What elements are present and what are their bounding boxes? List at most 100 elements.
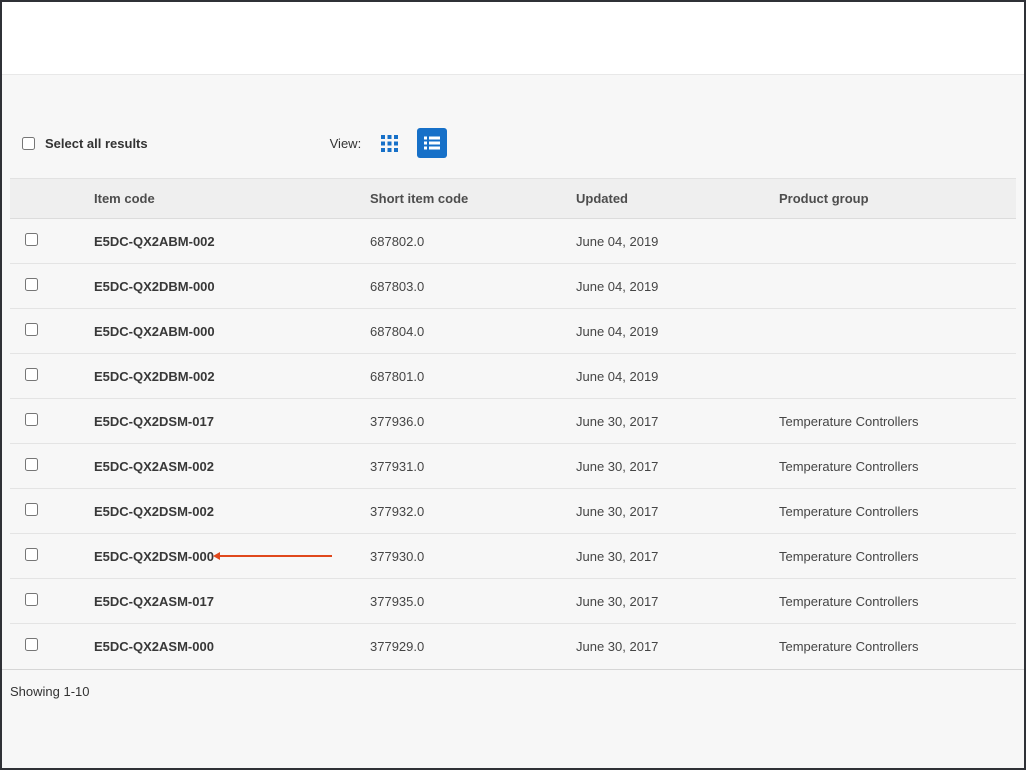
annotation-arrow xyxy=(213,552,332,560)
table-row: E5DC-QX2ASM-002 377931.0 June 30, 2017 Temp… xyxy=(10,443,1016,489)
table-row: E5DC-QX2DSM-002 377932.0 June 30, 2017 Temp… xyxy=(10,488,1016,534)
item-code: E5DC-QX2DBM-000 xyxy=(94,278,215,294)
item-code: E5DC-QX2ABM-000 xyxy=(94,323,215,339)
updated-cell: June 30, 2017 xyxy=(576,443,779,489)
item-code-cell: E5DC-QX2ABM-000 xyxy=(94,308,370,354)
updated-cell: June 30, 2017 xyxy=(576,488,779,534)
short-item-code-cell: 377931.0 xyxy=(370,443,576,489)
table-row: E5DC-QX2DSM-000 377930.0 June 30, 2017 Temp… xyxy=(10,533,1016,579)
table-row: E5DC-QX2ASM-017 377935.0 June 30, 2017 Temp… xyxy=(10,578,1016,624)
table-row: E5DC-QX2ASM-000 377929.0 June 30, 2017 Temp… xyxy=(10,624,1016,669)
row-checkbox-cell xyxy=(10,263,94,309)
item-code: E5DC-QX2ASM-017 xyxy=(94,593,214,609)
item-code-cell: E5DC-QX2ASM-000 xyxy=(94,624,370,669)
row-checkbox-cell xyxy=(10,578,94,624)
product-group-cell xyxy=(779,263,1016,309)
product-group-cell: Temperature Controllers xyxy=(779,398,1016,444)
item-code: E5DC-QX2DSM-000 xyxy=(94,548,214,564)
row-checkbox-cell xyxy=(10,218,94,264)
row-checkbox[interactable] xyxy=(25,638,38,652)
row-checkbox-cell xyxy=(10,533,94,579)
updated-cell: June 30, 2017 xyxy=(576,398,779,444)
item-code: E5DC-QX2ASM-000 xyxy=(94,638,214,654)
updated-cell: June 04, 2019 xyxy=(576,353,779,399)
row-checkbox-cell xyxy=(10,353,94,399)
row-checkbox[interactable] xyxy=(25,458,38,471)
short-item-code-cell: 687803.0 xyxy=(370,263,576,309)
results-controls: Select all results View: xyxy=(2,75,1024,178)
row-checkbox[interactable] xyxy=(25,368,38,381)
top-whitespace xyxy=(2,2,1024,75)
item-code-cell: E5DC-QX2DSM-000 xyxy=(94,533,370,579)
product-group-cell: Temperature Controllers xyxy=(779,443,1016,489)
row-checkbox[interactable] xyxy=(25,233,38,246)
item-code: E5DC-QX2DSM-017 xyxy=(94,413,214,429)
short-item-code-cell: 377932.0 xyxy=(370,488,576,534)
view-label: View: xyxy=(329,135,362,151)
select-all-label: Select all results xyxy=(45,135,148,151)
product-group-cell: Temperature Controllers xyxy=(779,638,919,654)
list-view-button[interactable] xyxy=(417,128,448,158)
column-header-updated[interactable]: Updated xyxy=(576,178,779,219)
product-group-cell: Temperature Controllers xyxy=(779,578,1016,624)
table-row: E5DC-QX2DBM-002 687801.0 June 04, 2019 xyxy=(10,353,1016,399)
item-code-cell: E5DC-QX2ABM-002 xyxy=(94,218,370,264)
table-row: E5DC-QX2DBM-000 687803.0 June 04, 2019 xyxy=(10,263,1016,309)
short-item-code-cell: 377935.0 xyxy=(370,578,576,624)
column-header-short-item-code[interactable]: Short item code xyxy=(370,178,576,219)
table-row: E5DC-QX2ABM-002 687802.0 June 04, 2019 xyxy=(10,218,1016,264)
item-code-cell: E5DC-QX2DBM-000 xyxy=(94,263,370,309)
item-code: E5DC-QX2DBM-002 xyxy=(94,368,215,384)
list-view-icon xyxy=(424,136,441,150)
short-item-code-cell: 687804.0 xyxy=(370,308,576,354)
row-checkbox[interactable] xyxy=(25,593,38,606)
checkbox-column-header xyxy=(10,178,94,219)
short-item-code-cell: 687801.0 xyxy=(370,353,576,399)
grid-view-button[interactable] xyxy=(374,128,404,158)
updated-cell: June 04, 2019 xyxy=(576,218,779,264)
row-checkbox-cell xyxy=(10,398,94,444)
table-row: E5DC-QX2ABM-000 687804.0 June 04, 2019 xyxy=(10,308,1016,354)
results-count: Showing 1-10 xyxy=(10,683,90,699)
results-table: Item code Short item code Updated Produc… xyxy=(10,178,1016,669)
updated-cell: June 30, 2017 xyxy=(576,638,659,654)
item-code: E5DC-QX2ABM-002 xyxy=(94,233,215,249)
short-item-code-cell: 377930.0 xyxy=(370,533,576,579)
results-table-wrap: Item code Short item code Updated Produc… xyxy=(10,178,1016,669)
row-checkbox[interactable] xyxy=(25,278,38,291)
item-code: E5DC-QX2DSM-002 xyxy=(94,503,214,519)
short-item-code-cell: 377929.0 xyxy=(370,638,425,654)
product-group-cell xyxy=(779,353,1016,399)
row-checkbox-cell xyxy=(10,624,94,669)
table-row: E5DC-QX2DSM-017 377936.0 June 30, 2017 Temp… xyxy=(10,398,1016,444)
row-checkbox[interactable] xyxy=(25,413,38,426)
row-checkbox-cell xyxy=(10,308,94,354)
item-code-cell: E5DC-QX2DSM-017 xyxy=(94,398,370,444)
product-group-cell: Temperature Controllers xyxy=(779,533,1016,579)
item-code-cell: E5DC-QX2DSM-002 xyxy=(94,488,370,534)
product-group-cell: Temperature Controllers xyxy=(779,488,1016,534)
short-item-code-cell: 687802.0 xyxy=(370,218,576,264)
row-checkbox[interactable] xyxy=(25,503,38,516)
grid-view-icon xyxy=(380,134,398,152)
product-group-cell xyxy=(779,218,1016,264)
table-header-row: Item code Short item code Updated Produc… xyxy=(10,178,1016,219)
short-item-code-cell: 377936.0 xyxy=(370,398,576,444)
row-checkbox[interactable] xyxy=(25,548,38,561)
item-code-cell: E5DC-QX2ASM-002 xyxy=(94,443,370,489)
updated-cell: June 04, 2019 xyxy=(576,308,779,354)
updated-cell: June 30, 2017 xyxy=(576,533,779,579)
column-header-item-code[interactable]: Item code xyxy=(94,178,370,219)
item-code-cell: E5DC-QX2DBM-002 xyxy=(94,353,370,399)
product-group-cell xyxy=(779,308,1016,354)
row-checkbox[interactable] xyxy=(25,323,38,336)
results-window: Select all results View: Item code Short… xyxy=(0,0,1026,770)
item-code: E5DC-QX2ASM-002 xyxy=(94,458,214,474)
updated-cell: June 04, 2019 xyxy=(576,263,779,309)
select-all-checkbox[interactable] xyxy=(22,136,35,150)
table-body: E5DC-QX2ABM-002 687802.0 June 04, 2019 E5DC… xyxy=(10,218,1016,669)
item-code-cell: E5DC-QX2ASM-017 xyxy=(94,578,370,624)
row-checkbox-cell xyxy=(10,443,94,489)
row-checkbox-cell xyxy=(10,488,94,534)
column-header-product-group[interactable]: Product group xyxy=(779,178,1016,219)
